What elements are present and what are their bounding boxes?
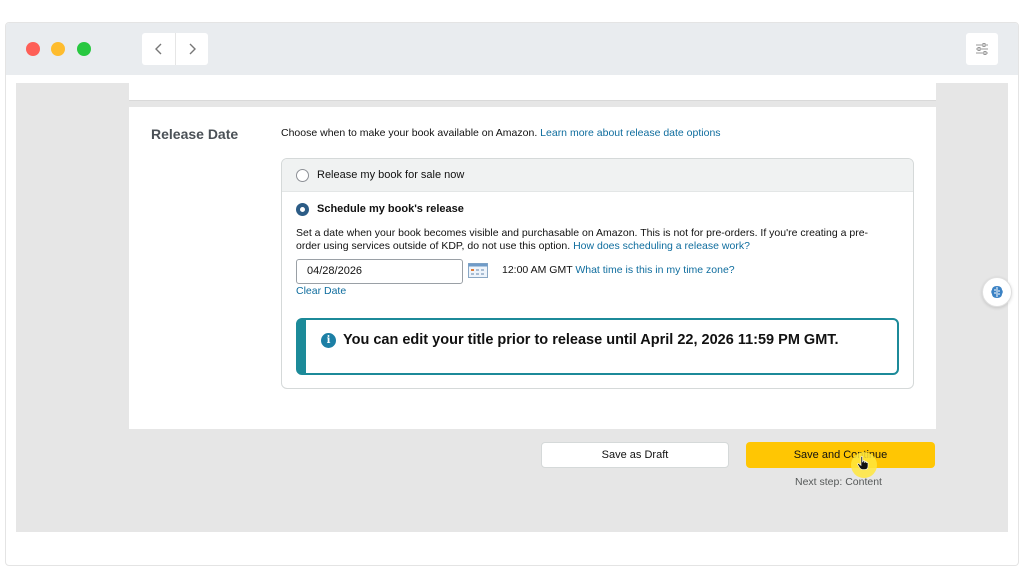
section-title: Release Date <box>151 126 239 142</box>
sliders-icon <box>976 43 988 55</box>
chevron-right-icon <box>189 43 196 55</box>
browser-window: Release Date Choose when to make your bo… <box>5 22 1019 566</box>
info-icon: i <box>321 333 336 348</box>
ai-assistant-button[interactable] <box>982 277 1012 307</box>
page-content: Release Date Choose when to make your bo… <box>16 83 1008 532</box>
schedule-release-radio[interactable] <box>296 203 309 216</box>
release-time-text: 12:00 AM GMT <box>502 264 573 276</box>
release-date-card: Release Date Choose when to make your bo… <box>129 107 936 429</box>
release-date-options-link[interactable]: Learn more about release date options <box>540 127 720 139</box>
minimize-window-button[interactable] <box>51 42 65 56</box>
release-date-input[interactable]: 04/28/2026 <box>296 259 463 284</box>
edit-deadline-alert: i You can edit your title prior to relea… <box>296 318 899 375</box>
save-as-draft-button[interactable]: Save as Draft <box>541 442 729 468</box>
schedule-description: Set a date when your book becomes visibl… <box>296 227 896 253</box>
release-intro: Choose when to make your book available … <box>281 127 721 139</box>
previous-section-card <box>129 83 936 101</box>
back-button[interactable] <box>142 33 175 65</box>
hand-cursor-icon <box>857 456 869 475</box>
schedule-desc-line2: order using services outside of KDP, do … <box>296 240 571 252</box>
scheduling-help-link[interactable]: How does scheduling a release work? <box>573 240 750 252</box>
next-step-label: Next step: Content <box>795 476 882 488</box>
close-window-button[interactable] <box>26 42 40 56</box>
clear-date-link[interactable]: Clear Date <box>296 285 346 297</box>
save-and-continue-button[interactable]: Save and Continue <box>746 442 935 468</box>
settings-button[interactable] <box>966 33 998 65</box>
release-now-radio[interactable] <box>296 169 309 182</box>
calendar-icon[interactable] <box>468 263 488 283</box>
title-bar <box>6 23 1018 75</box>
chevron-left-icon <box>154 43 161 55</box>
option-release-now[interactable]: Release my book for sale now <box>282 159 913 192</box>
schedule-desc-line1: Set a date when your book becomes visibl… <box>296 227 869 239</box>
forward-button[interactable] <box>175 33 208 65</box>
alert-text: You can edit your title prior to release… <box>343 332 839 348</box>
schedule-release-label[interactable]: Schedule my book's release <box>317 203 464 215</box>
maximize-window-button[interactable] <box>77 42 91 56</box>
release-time: 12:00 AM GMT What time is this in my tim… <box>502 264 735 276</box>
intro-text: Choose when to make your book available … <box>281 127 538 139</box>
navigation-buttons <box>142 33 208 65</box>
brain-icon <box>991 286 1003 298</box>
time-zone-link[interactable]: What time is this in my time zone? <box>575 264 734 276</box>
release-now-label[interactable]: Release my book for sale now <box>317 169 464 181</box>
release-options: Release my book for sale now Schedule my… <box>281 158 914 389</box>
